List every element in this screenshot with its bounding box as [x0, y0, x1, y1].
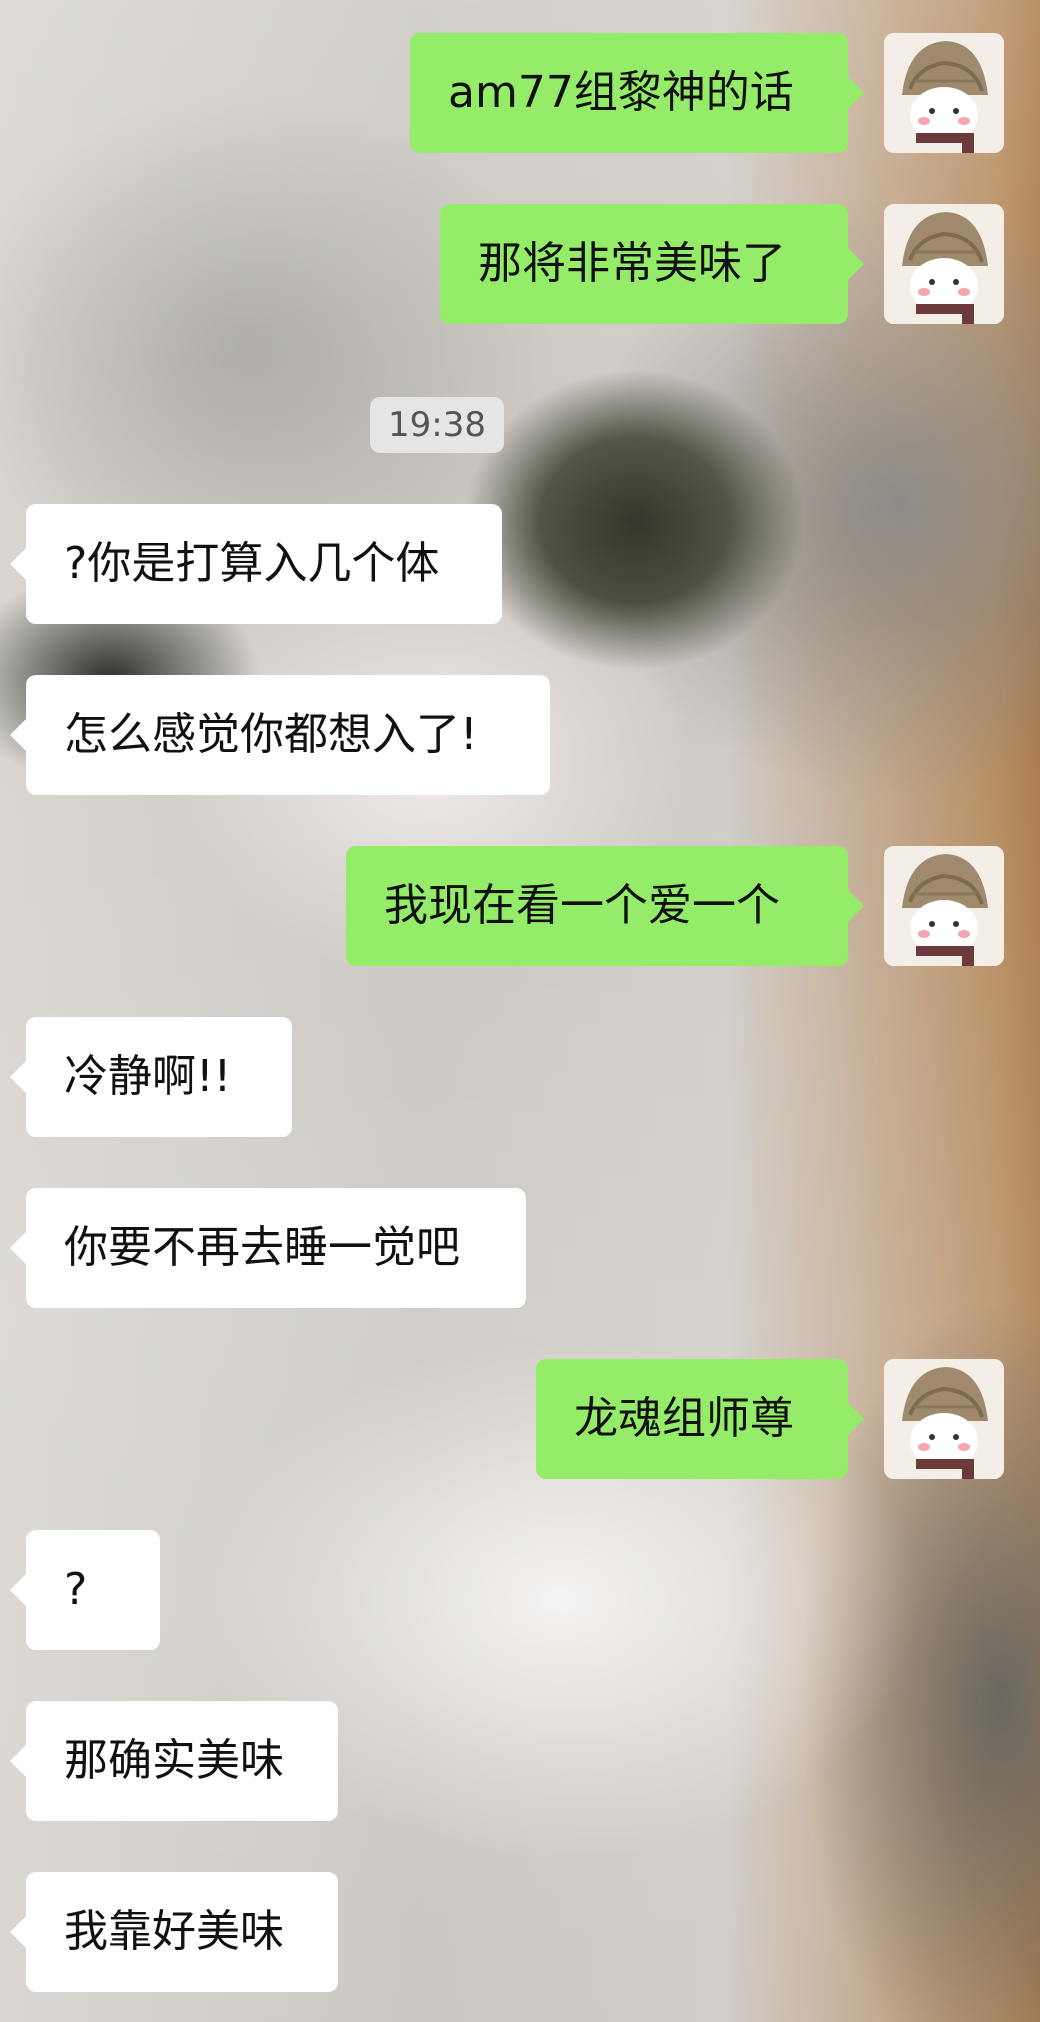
message-bubble-received[interactable]: ?你是打算入几个体 [10, 504, 502, 624]
message-bubble-received[interactable]: 我靠好美味 [10, 1872, 338, 1992]
user-avatar[interactable] [884, 33, 1004, 153]
message-bubble-received[interactable]: 你要不再去睡一觉吧 [10, 1188, 526, 1308]
chat-timestamp: 19:38 [370, 397, 504, 453]
avatar-snowman-icon [884, 204, 1004, 324]
user-avatar[interactable] [884, 846, 1004, 966]
user-avatar[interactable] [884, 1359, 1004, 1479]
message-bubble-sent[interactable]: 龙魂组师尊 [536, 1359, 864, 1479]
message-bubble-received[interactable]: 冷静啊!! [10, 1017, 292, 1137]
message-bubble-received[interactable]: 那确实美味 [10, 1701, 338, 1821]
avatar-snowman-icon [884, 1359, 1004, 1479]
avatar-snowman-icon [884, 846, 1004, 966]
message-bubble-sent[interactable]: 我现在看一个爱一个 [346, 846, 864, 966]
message-bubble-sent[interactable]: am77组黎神的话 [410, 33, 864, 153]
avatar-snowman-icon [884, 33, 1004, 153]
message-bubble-sent[interactable]: 那将非常美味了 [440, 204, 864, 324]
message-bubble-received[interactable]: 怎么感觉你都想入了! [10, 675, 550, 795]
message-bubble-received[interactable]: ? [10, 1530, 160, 1650]
user-avatar[interactable] [884, 204, 1004, 324]
